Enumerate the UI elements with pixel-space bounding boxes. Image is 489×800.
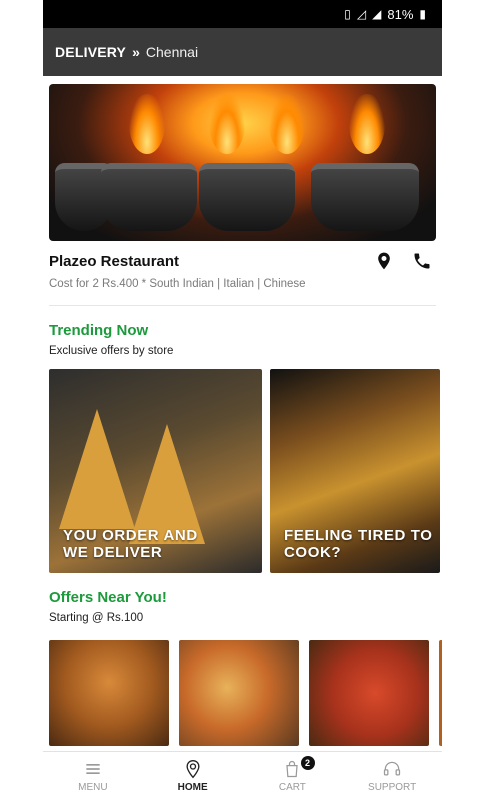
battery-percent: 81% <box>387 6 414 22</box>
pot-shape <box>101 163 197 231</box>
restaurant-name: Plazeo Restaurant <box>49 253 180 270</box>
dosa-shape <box>59 409 135 529</box>
headset-icon <box>384 761 401 776</box>
restaurant-banner-image[interactable] <box>49 84 436 241</box>
city-label[interactable]: Chennai <box>146 44 198 60</box>
pot-shape <box>311 163 419 231</box>
offer-card[interactable] <box>49 640 169 746</box>
flame-shape <box>129 94 165 154</box>
app-screen: ▯ ◿ ◢ 81% ▮ DELIVERY » Chennai Plazeo Re… <box>43 0 442 800</box>
status-bar: ▯ ◿ ◢ 81% ▮ <box>43 0 442 28</box>
nav-cart-label: CART <box>278 782 306 793</box>
offer-card[interactable] <box>309 640 429 746</box>
network-icon: ◿ <box>356 7 367 21</box>
bottom-nav: MENU HOME 2 CART SUPPORT <box>43 751 442 800</box>
flame-shape <box>209 94 245 154</box>
trending-card-caption: YOU ORDER AND WE DELIVER <box>63 527 198 561</box>
trending-carousel[interactable]: YOU ORDER AND WE DELIVER FEELING TIRED T… <box>49 369 442 573</box>
offers-carousel[interactable] <box>49 640 442 746</box>
caption-line: WE DELIVER <box>63 544 163 561</box>
trending-card[interactable]: YOU ORDER AND WE DELIVER <box>49 369 262 573</box>
nav-support[interactable]: SUPPORT <box>342 752 442 800</box>
phone-icon[interactable] <box>412 251 432 276</box>
offers-title: Offers Near You! <box>49 589 167 606</box>
nav-menu-label: MENU <box>78 782 108 793</box>
location-bar[interactable]: DELIVERY » Chennai <box>43 28 442 76</box>
nav-home[interactable]: HOME <box>143 752 243 800</box>
flame-shape <box>269 94 305 154</box>
offer-card[interactable] <box>179 640 299 746</box>
vibrate-icon: ▯ <box>344 7 351 21</box>
shopping-bag-icon <box>286 760 299 778</box>
cart-badge: 2 <box>300 756 315 770</box>
restaurant-info: Plazeo Restaurant Cost for 2 Rs.400 * So… <box>49 241 436 306</box>
nav-menu[interactable]: MENU <box>43 752 143 800</box>
trending-title: Trending Now <box>49 322 149 339</box>
delivery-mode-label[interactable]: DELIVERY <box>55 44 126 60</box>
nav-support-label: SUPPORT <box>368 782 417 793</box>
trending-card[interactable]: FEELING TIRED TO COOK? <box>270 369 440 573</box>
offer-card[interactable] <box>439 640 442 746</box>
caption-line: YOU ORDER AND <box>63 527 198 544</box>
nav-home-label: HOME <box>177 782 208 793</box>
dosa-shape <box>129 424 205 544</box>
offers-subtitle: Starting @ Rs.100 <box>49 612 144 624</box>
restaurant-meta: Cost for 2 Rs.400 * South Indian | Itali… <box>49 278 306 290</box>
location-pin-icon <box>186 759 200 779</box>
caption-line: FEELING TIRED TO <box>284 527 433 544</box>
location-pin-icon[interactable] <box>374 251 394 276</box>
signal-icon: ◢ <box>372 7 382 21</box>
caption-line: COOK? <box>284 544 342 561</box>
pot-shape <box>199 163 295 231</box>
flame-shape <box>349 94 385 154</box>
menu-icon <box>86 764 100 774</box>
trending-card-caption: FEELING TIRED TO COOK? <box>284 527 433 561</box>
battery-icon: ▮ <box>419 7 426 21</box>
trending-subtitle: Exclusive offers by store <box>49 345 174 357</box>
chevron-right-icon: » <box>132 44 140 60</box>
nav-cart[interactable]: 2 CART <box>243 752 343 800</box>
